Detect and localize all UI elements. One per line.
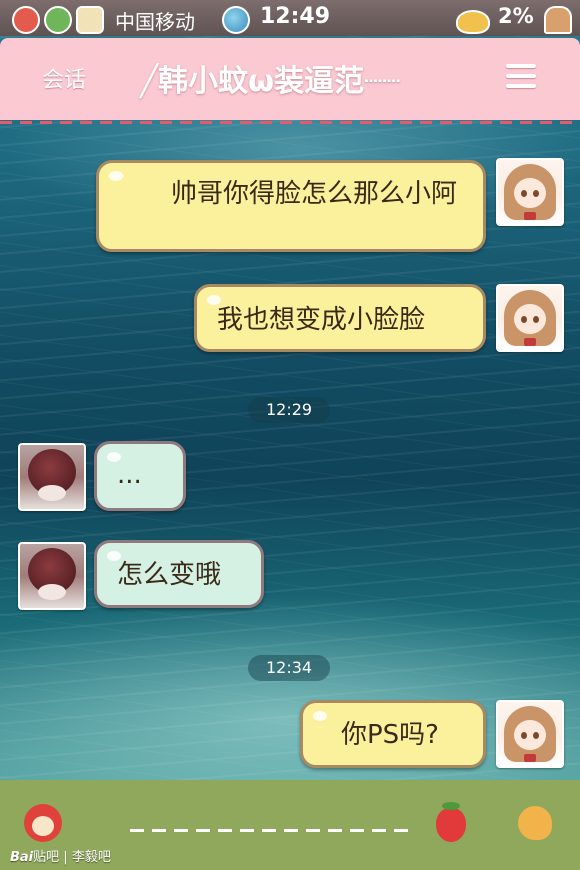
avatar-me[interactable] [496, 700, 564, 768]
watermark: Bai贴吧 | 李毅吧 [10, 850, 111, 865]
message-timestamp: 12:29 [248, 397, 331, 423]
message-bubble-sent[interactable]: 我也想变成小脸脸 [194, 284, 486, 352]
back-button[interactable]: 会话 [42, 62, 86, 94]
watermark-product: 贴吧 [33, 850, 60, 865]
divider [130, 829, 410, 832]
avatar-contact[interactable] [18, 443, 86, 511]
globe-icon [222, 6, 250, 34]
water-ripples [0, 0, 580, 870]
message-timestamp: 12:34 [248, 655, 331, 681]
nav-bar: 会话 ╱韩小蚊ω装逼范┈┈ [0, 38, 580, 124]
message-text: 帅哥你得脸怎么那么小阿 [119, 179, 458, 209]
avatar-me[interactable] [496, 158, 564, 226]
girl-icon[interactable] [24, 804, 62, 844]
avatar-contact[interactable] [18, 542, 86, 610]
ufo-icon [456, 10, 490, 34]
battery-level: 2% [498, 4, 534, 28]
watermark-author: 李毅吧 [71, 850, 111, 865]
cone-icon[interactable] [518, 806, 552, 840]
girl-icon [12, 6, 40, 34]
menu-icon [506, 64, 536, 68]
cake-icon [76, 6, 104, 34]
message-text: 你PS吗? [341, 720, 439, 750]
chat-title: ╱韩小蚊ω装逼范┈┈ [140, 64, 401, 99]
clock: 12:49 [260, 4, 331, 29]
carrier-label: 中国移动 [115, 10, 195, 34]
message-text: 我也想变成小脸脸 [217, 305, 426, 335]
avatar-me[interactable] [496, 284, 564, 352]
ice-cream-icon [544, 6, 572, 34]
strawberry-icon[interactable] [436, 802, 466, 842]
message-bubble-sent[interactable]: 你PS吗? [300, 700, 486, 768]
status-bar: 中国移动 12:49 2% [0, 0, 580, 36]
message-bubble-received[interactable]: ... [94, 441, 186, 511]
message-text: ... [117, 460, 142, 490]
menu-button[interactable] [506, 62, 536, 90]
message-bubble-sent[interactable]: 帅哥你得脸怎么那么小阿 [96, 160, 486, 252]
tree-icon [44, 6, 72, 34]
message-text: 怎么变哦 [117, 560, 222, 590]
message-bubble-received[interactable]: 怎么变哦 [94, 540, 264, 608]
watermark-brand: Bai [10, 850, 34, 865]
